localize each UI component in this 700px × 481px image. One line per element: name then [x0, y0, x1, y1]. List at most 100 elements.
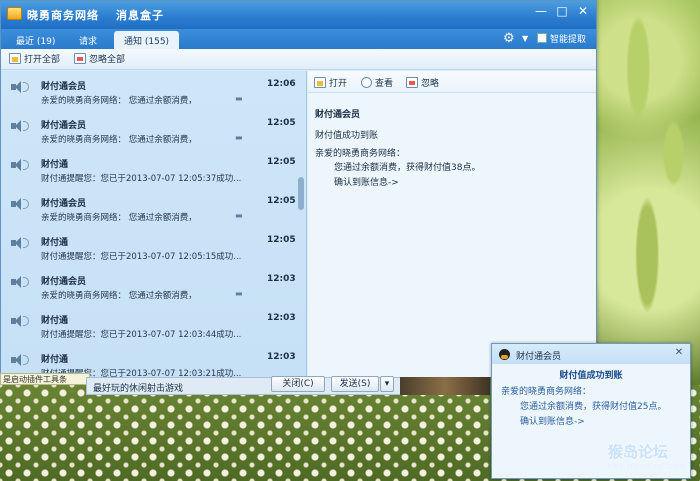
speaker-icon [11, 119, 29, 133]
speaker-icon [11, 314, 29, 328]
window-subtitle: 消息盒子 [116, 9, 164, 22]
list-scrollbar[interactable] [297, 71, 306, 377]
item-sender: 财付通 [41, 160, 69, 170]
open-icon [314, 77, 326, 88]
ignore-icon [74, 53, 86, 64]
view-button[interactable]: 查看 [361, 76, 393, 89]
open-button[interactable]: 打开 [314, 76, 347, 89]
ignore-all-label: 忽略全部 [89, 55, 126, 65]
item-sender: 财付通会员 [41, 82, 87, 92]
item-sender: 财付通会员 [41, 277, 87, 287]
smart-extract-checkbox[interactable] [537, 33, 547, 43]
preview-more-icon: ▬ [235, 211, 243, 220]
speaker-icon [11, 80, 29, 94]
speaker-icon [11, 275, 29, 289]
watermark-logo: 猴岛论坛 [608, 443, 669, 461]
speaker-icon [11, 236, 29, 250]
detail-panel: 打开 查看 忽略 财付通会员 财付值成功到账 亲爱的晓勇商务网络： 您通过余额消… [308, 71, 596, 377]
list-item[interactable]: 财付通会员 12:05 亲爱的晓勇商务网络： 您通过余额消费， ▬ [1, 188, 306, 227]
chat-close-button[interactable]: 关闭(C) [271, 376, 325, 392]
scrollbar-thumb[interactable] [298, 177, 304, 210]
view-label: 查看 [375, 79, 394, 89]
open-all-label: 打开全部 [24, 55, 61, 65]
preview-more-icon: ▬ [235, 133, 243, 142]
item-preview: 亲爱的晓勇商务网络： 您通过余额消费， [41, 96, 197, 106]
item-time: 12:03 [267, 352, 296, 362]
open-all-button[interactable]: 打开全部 [9, 52, 60, 65]
tab-requests[interactable]: 请求 [69, 31, 107, 49]
item-sender: 财付通 [41, 355, 69, 365]
magnifier-icon [361, 77, 372, 88]
item-time: 12:05 [267, 118, 296, 128]
tab-notifications[interactable]: 通知 (155) [114, 31, 180, 49]
item-sender: 财付通会员 [41, 121, 87, 131]
notification-list: 财付通会员 12:06 亲爱的晓勇商务网络： 您通过余额消费， ▬ 财付通会员 … [1, 71, 307, 377]
window-title: 晓勇商务网络 [27, 9, 99, 22]
chat-send-button[interactable]: 发送(S) [331, 376, 379, 392]
item-time: 12:05 [267, 196, 296, 206]
smart-extract-label: 智能提取 [550, 35, 587, 45]
item-preview: 财付通提醒您：您已于2013-07-07 12:05:37成功... [41, 174, 242, 184]
maximize-button[interactable]: □ [552, 3, 572, 19]
chat-strip-text: 最好玩的休闲射击游戏 [93, 384, 184, 394]
item-preview: 财付通提醒您：您已于2013-07-07 12:03:44成功... [41, 330, 242, 340]
open-label: 打开 [329, 79, 348, 89]
speaker-icon [11, 353, 29, 367]
preview-more-icon: ▬ [235, 289, 243, 298]
popup-greeting: 亲爱的晓勇商务网络： [501, 387, 592, 397]
popup-headline: 财付值成功到账 [559, 371, 623, 381]
item-sender: 财付通会员 [41, 199, 87, 209]
open-icon [9, 53, 21, 64]
ignore-button[interactable]: 忽略 [406, 76, 439, 89]
tab-recent[interactable]: 最近 (19) [6, 31, 65, 49]
preview-more-icon: ▬ [235, 94, 243, 103]
list-item[interactable]: 财付通会员 12:03 亲爱的晓勇商务网络： 您通过余额消费， ▬ [1, 266, 306, 305]
ignore-icon [406, 77, 418, 88]
speaker-icon [11, 197, 29, 211]
list-toolbar: 打开全部 忽略全部 [1, 49, 596, 70]
ignore-label: 忽略 [421, 79, 440, 89]
detail-greeting: 亲爱的晓勇商务网络： [315, 149, 406, 159]
item-sender: 财付通 [41, 316, 69, 326]
popup-title-bar: 财付通会员 ✕ [492, 344, 690, 364]
send-options-chevron-icon[interactable]: ▾ [380, 376, 394, 392]
list-item[interactable]: 财付通 12:05 财付通提醒您：您已于2013-07-07 12:05:37成… [1, 149, 306, 188]
desktop-vine-decoration [612, 0, 700, 340]
gear-icon[interactable]: ⚙ [503, 31, 515, 46]
minimize-button[interactable]: — [531, 3, 551, 19]
list-item[interactable]: 财付通 12:05 财付通提醒您：您已于2013-07-07 12:05:15成… [1, 227, 306, 266]
item-time: 12:03 [267, 313, 296, 323]
item-preview: 亲爱的晓勇商务网络： 您通过余额消费， [41, 213, 197, 223]
list-item[interactable]: 财付通会员 12:05 亲爱的晓勇商务网络： 您通过余额消费， ▬ [1, 110, 306, 149]
list-item[interactable]: 财付通 12:03 财付通提醒您：您已于2013-07-07 12:03:44成… [1, 305, 306, 344]
detail-toolbar: 打开 查看 忽略 [308, 71, 596, 93]
item-time: 12:05 [267, 235, 296, 245]
startup-plugin-strip: 是启动插件工具条 [0, 373, 90, 385]
item-time: 12:05 [267, 157, 296, 167]
watermark-url: BBS.HOUDAO.COM [607, 463, 687, 471]
chevron-down-icon[interactable]: ▼ [522, 34, 528, 43]
app-icon [7, 7, 22, 20]
popup-close-button[interactable]: ✕ [673, 347, 685, 359]
item-time: 12:06 [267, 79, 296, 89]
ignore-all-button[interactable]: 忽略全部 [74, 52, 125, 65]
item-preview: 亲爱的晓勇商务网络： 您通过余额消费， [41, 291, 197, 301]
penguin-icon [499, 349, 510, 360]
item-sender: 财付通 [41, 238, 69, 248]
detail-sender: 财付通会员 [315, 110, 361, 120]
title-bar: 晓勇商务网络 消息盒子 — □ ✕ [1, 1, 596, 29]
popup-body: 您通过余额消费，获得财付值25点。 [520, 402, 667, 412]
speaker-icon [11, 158, 29, 172]
tab-bar: 最近 (19) 请求 通知 (155) ⚙ ▼ 智能提取 [1, 29, 596, 49]
detail-body: 您通过余额消费，获得财付值38点。 [334, 163, 481, 173]
item-preview: 亲爱的晓勇商务网络： 您通过余额消费， [41, 135, 197, 145]
list-item[interactable]: 财付通会员 12:06 亲爱的晓勇商务网络： 您通过余额消费， ▬ [1, 71, 306, 110]
item-preview: 财付通提醒您：您已于2013-07-07 12:05:15成功... [41, 252, 242, 262]
popup-confirm-link[interactable]: 确认到账信息-> [520, 414, 585, 427]
message-box-window: 晓勇商务网络 消息盒子 — □ ✕ 最近 (19) 请求 通知 (155) ⚙ … [0, 0, 597, 377]
popup-title: 财付通会员 [516, 352, 562, 362]
close-button[interactable]: ✕ [573, 3, 593, 19]
detail-confirm-link[interactable]: 确认到账信息-> [334, 175, 399, 188]
item-time: 12:03 [267, 274, 296, 284]
detail-title: 财付值成功到账 [315, 131, 379, 141]
